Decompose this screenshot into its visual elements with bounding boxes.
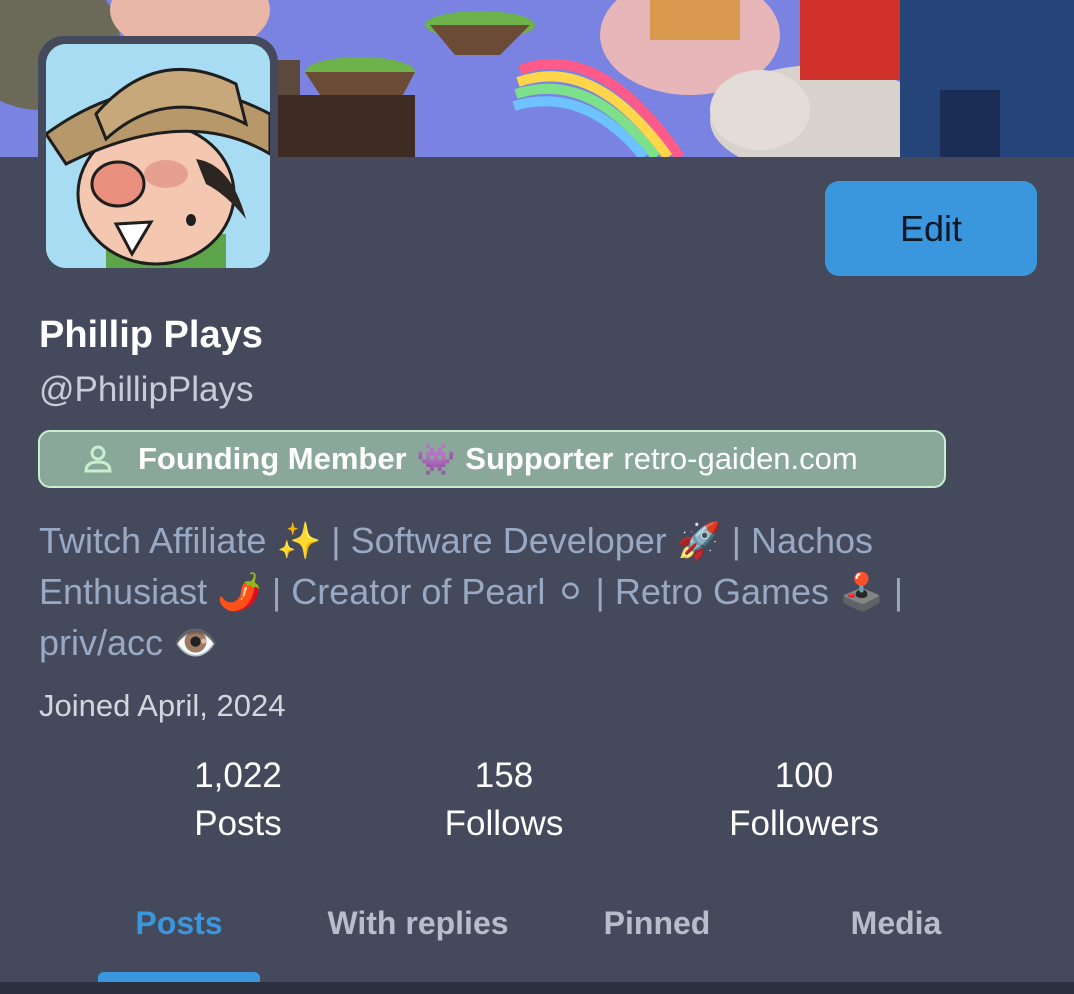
badge-title: Founding Member [138,441,407,476]
bio: Twitch Affiliate ✨ | Software Developer … [39,520,904,663]
display-name: Phillip Plays [39,314,263,356]
tab-pinned[interactable]: Pinned [604,905,711,942]
profile-page: Edit Phillip Plays @PhillipPlays Foundin… [0,0,1074,994]
joined-date: Joined April, 2024 [39,688,286,723]
tab-bar-divider [0,982,1074,994]
stat-follows-label: Follows [444,804,564,843]
stat-posts-label: Posts [194,804,282,843]
tab-with-replies[interactable]: With replies [327,905,508,942]
avatar[interactable] [38,36,278,276]
stat-posts[interactable]: 1,022 Posts [194,754,282,850]
tab-media[interactable]: Media [851,905,942,942]
stat-follows[interactable]: 158 Follows [445,754,564,850]
alien-emoji: 👾 [416,441,456,477]
stat-follows-value: 158 [474,756,534,795]
stat-followers[interactable]: 100 Followers [729,754,879,850]
handle: @PhillipPlays [39,370,254,409]
edit-profile-button[interactable]: Edit [825,181,1037,276]
supporter-badge[interactable]: Founding Member 👾 Supporter retro-gaiden… [38,430,946,488]
person-icon [84,445,112,473]
badge-domain: retro-gaiden.com [623,441,858,476]
stat-followers-label: Followers [729,804,879,843]
badge-supporter: Supporter [465,441,614,476]
stat-followers-value: 100 [774,756,834,795]
stat-posts-value: 1,022 [194,756,282,795]
avatar-image [46,44,270,268]
tab-posts[interactable]: Posts [135,905,222,942]
